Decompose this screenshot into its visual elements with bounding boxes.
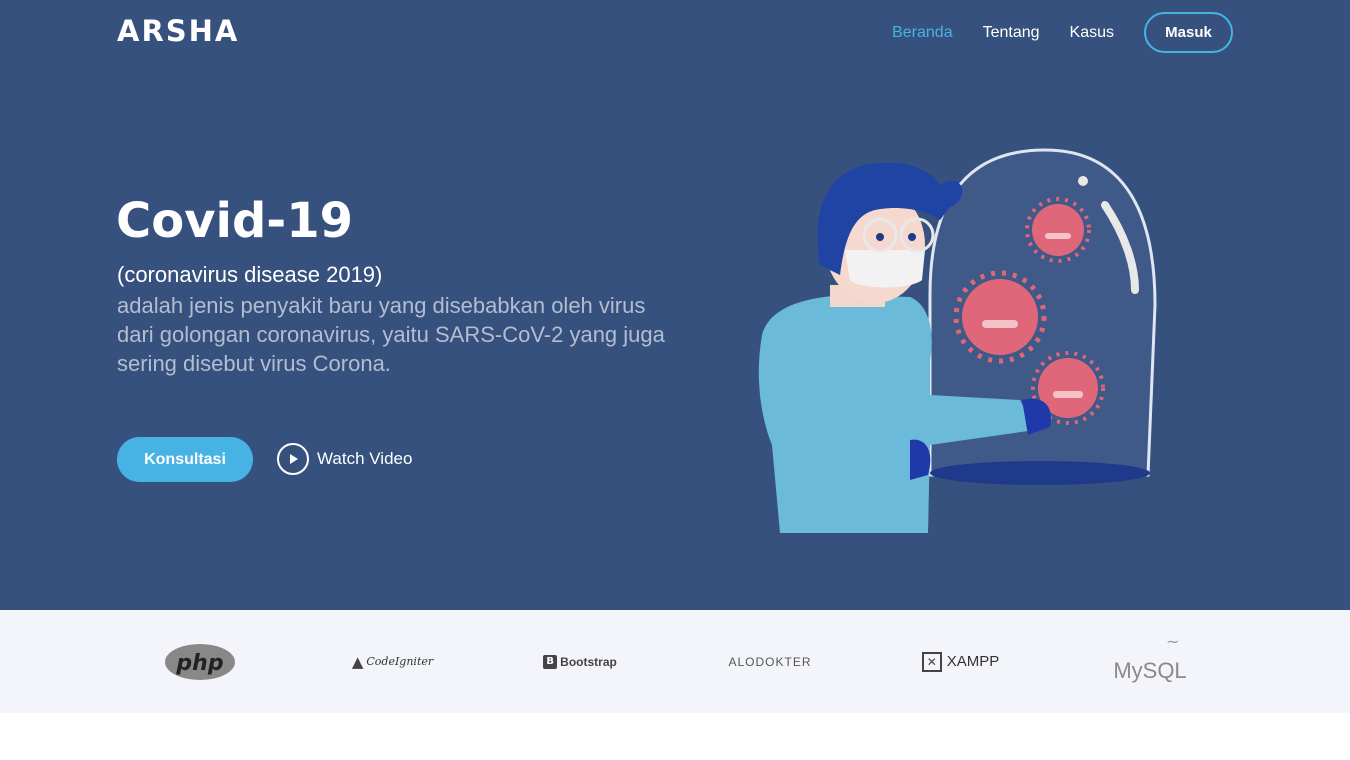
hero-subtitle: (coronavirus disease 2019)	[117, 262, 383, 287]
bootstrap-icon: B	[543, 654, 558, 669]
client-php: php	[160, 610, 240, 713]
client-xampp: ✕ XAMPP	[918, 610, 1003, 713]
nav-item-kasus[interactable]: Kasus	[1070, 24, 1114, 42]
client-mysql: ~ MySQL	[1113, 632, 1187, 683]
svg-text:php: php	[175, 651, 223, 676]
play-icon	[277, 443, 309, 475]
main-nav: Beranda Tentang Kasus Masuk	[862, 12, 1233, 53]
hero-title: Covid-19	[116, 193, 354, 249]
login-button[interactable]: Masuk	[1144, 12, 1233, 53]
client-codeigniter: ▲ CodeIgniter	[351, 652, 434, 671]
consult-button[interactable]: Konsultasi	[117, 437, 253, 482]
watch-video-button[interactable]: Watch Video	[277, 443, 412, 475]
clients-strip: php ▲ CodeIgniter B Bootstrap ALODOKTER …	[0, 610, 1350, 713]
client-bootstrap: B Bootstrap	[540, 610, 620, 713]
doctor-virus-illustration	[758, 148, 1157, 533]
nav-item-beranda[interactable]: Beranda	[892, 24, 953, 42]
watch-video-label: Watch Video	[317, 449, 413, 468]
xampp-icon: ✕	[921, 651, 942, 672]
dolphin-icon: ~	[1166, 632, 1180, 651]
php-logo-icon: php	[165, 643, 235, 680]
client-alodokter: ALODOKTER	[728, 654, 812, 669]
hero-section: ARSHA Beranda Tentang Kasus Masuk Covid-…	[0, 0, 1350, 610]
flame-icon: ▲	[351, 652, 364, 671]
site-logo[interactable]: ARSHA	[117, 14, 239, 48]
hero-description: adalah jenis penyakit baru yang disebabk…	[117, 293, 665, 376]
nav-item-tentang[interactable]: Tentang	[983, 24, 1040, 42]
